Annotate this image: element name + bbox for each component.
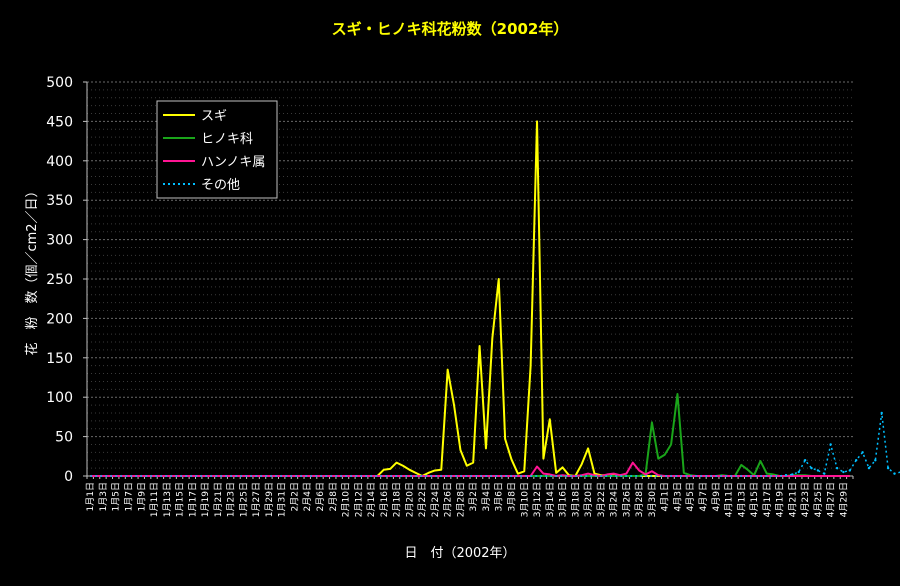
- x-tick-label: 1月25日: [238, 482, 249, 517]
- chart-svg: スギ・ヒノキ科花粉数（2002年） 0 50 100 150 200 250 300 350 4…: [0, 0, 900, 582]
- x-tick-label: 3月16日: [558, 482, 569, 517]
- x-axis-label: 日 付（2002年）: [404, 546, 515, 561]
- series-point-4: [791, 473, 793, 475]
- x-tick-label: 1月17日: [187, 482, 198, 517]
- x-tick-label: 1月15日: [175, 482, 186, 517]
- x-tick-label: 1月21日: [213, 482, 224, 517]
- x-tick-label: 1月27日: [251, 482, 262, 517]
- x-tick-label: 3月28日: [634, 482, 645, 517]
- x-tick-label: 4月29日: [838, 482, 849, 517]
- series-point-4: [849, 469, 851, 471]
- x-tick-label: 2月24日: [430, 482, 441, 517]
- x-tick-label: 2月12日: [353, 482, 364, 517]
- series-point-4: [823, 472, 825, 474]
- y-tick-label: 0: [64, 469, 73, 485]
- series-point-4: [881, 412, 883, 414]
- x-tick-label: 2月18日: [392, 482, 403, 517]
- x-tick-label: 3月20日: [583, 482, 594, 517]
- y-tick-label: 150: [46, 351, 73, 367]
- x-tick-label: 3月8日: [506, 482, 517, 511]
- x-tick-label: 4月27日: [826, 482, 837, 517]
- y-tick-label: 50: [55, 430, 73, 446]
- series-point-4: [836, 467, 838, 469]
- x-tick-label: 4月1日: [660, 482, 671, 511]
- x-tick-label: 4月15日: [749, 482, 760, 517]
- y-tick-label: 250: [46, 272, 73, 288]
- x-tick-label: 1月3日: [98, 482, 109, 511]
- x-tick-label: 2月22日: [417, 482, 428, 517]
- x-tick-label: 3月14日: [545, 482, 556, 517]
- x-tick-label: 1月11日: [149, 482, 160, 517]
- x-tick-label: 3月12日: [532, 482, 543, 517]
- x-tick-label: 4月9日: [711, 482, 722, 511]
- chart-title: スギ・ヒノキ科花粉数（2002年）: [332, 20, 569, 38]
- x-tick-label: 2月6日: [315, 482, 326, 511]
- x-tick-label: 2月10日: [341, 482, 352, 517]
- series-point-4: [874, 459, 876, 461]
- x-tick-label: 3月6日: [494, 482, 505, 511]
- y-tick-label: 350: [46, 193, 73, 209]
- x-tick-label: 4月5日: [685, 482, 696, 511]
- x-tick-label: 3月10日: [519, 482, 530, 517]
- x-tick-label: 2月2日: [289, 482, 300, 511]
- series-point-4: [868, 467, 870, 469]
- x-tick-label: 2月14日: [366, 482, 377, 517]
- series-point-4: [785, 474, 787, 476]
- legend: スギヒノキ科ハンノキ属その他: [157, 101, 277, 198]
- x-tick-label: 4月17日: [762, 482, 773, 517]
- y-tick-label: 450: [46, 114, 73, 130]
- x-tick-label: 1月13日: [162, 482, 173, 517]
- series-point-4: [817, 469, 819, 471]
- legend-label-2: ヒノキ科: [201, 132, 253, 147]
- x-tick-label: 4月7日: [698, 482, 709, 511]
- series-point-4: [810, 467, 812, 469]
- legend-label-4: その他: [201, 178, 240, 193]
- series-point-4: [855, 459, 857, 461]
- x-tick-label: 2月4日: [302, 482, 313, 511]
- x-tick-label: 4月19日: [775, 482, 786, 517]
- x-tick-label: 3月18日: [570, 482, 581, 517]
- x-tick-label: 3月2日: [468, 482, 479, 511]
- x-tick-label: 1月1日: [85, 482, 96, 511]
- y-tick-label: 200: [46, 311, 73, 327]
- legend-label-1: スギ: [201, 109, 227, 124]
- x-tick-label: 2月28日: [455, 482, 466, 517]
- x-tick-label: 4月25日: [813, 482, 824, 517]
- x-tick-label: 1月31日: [277, 482, 288, 517]
- series-point-4: [861, 451, 863, 453]
- x-tick-label: 1月29日: [264, 482, 275, 517]
- x-tick-label: 2月8日: [328, 482, 339, 511]
- y-tick-label: 300: [46, 233, 73, 249]
- x-tick-label: 4月23日: [800, 482, 811, 517]
- x-tick-label: 3月24日: [609, 482, 620, 517]
- series-point-4: [842, 471, 844, 473]
- x-tick-label: 1月5日: [111, 482, 122, 511]
- x-tick-label: 1月7日: [123, 482, 134, 511]
- x-tick-label: 1月19日: [200, 482, 211, 517]
- y-tick-label: 500: [46, 75, 73, 91]
- x-tick-label: 2月16日: [379, 482, 390, 517]
- series-point-4: [804, 459, 806, 461]
- x-tick-label: 2月26日: [443, 482, 454, 517]
- x-tick-label: 2月20日: [404, 482, 415, 517]
- x-tick-label: 3月4日: [481, 482, 492, 511]
- x-tick-label: 3月30日: [647, 482, 658, 517]
- series-point-4: [887, 467, 889, 469]
- legend-label-3: ハンノキ属: [201, 155, 265, 170]
- series-point-4: [829, 443, 831, 445]
- x-tick-label: 4月11日: [724, 482, 735, 517]
- x-tick-label: 1月23日: [226, 482, 237, 517]
- x-tick-label: 4月13日: [736, 482, 747, 517]
- series-point-4: [798, 471, 800, 473]
- x-tick-label: 3月22日: [596, 482, 607, 517]
- series-point-4: [893, 472, 895, 474]
- x-tick-label: 4月3日: [672, 482, 683, 511]
- y-axis-label: 花 粉 数（個／cm2／日）: [24, 184, 40, 355]
- x-tick-label: 1月9日: [136, 482, 147, 511]
- y-tick-label: 100: [46, 390, 73, 406]
- y-tick-label: 400: [46, 154, 73, 170]
- x-tick-label: 4月21日: [787, 482, 798, 517]
- chart-container: スギ・ヒノキ科花粉数（2002年） 0 50 100 150 200 250 300 350 4…: [0, 0, 900, 582]
- x-tick-label: 3月26日: [621, 482, 632, 517]
